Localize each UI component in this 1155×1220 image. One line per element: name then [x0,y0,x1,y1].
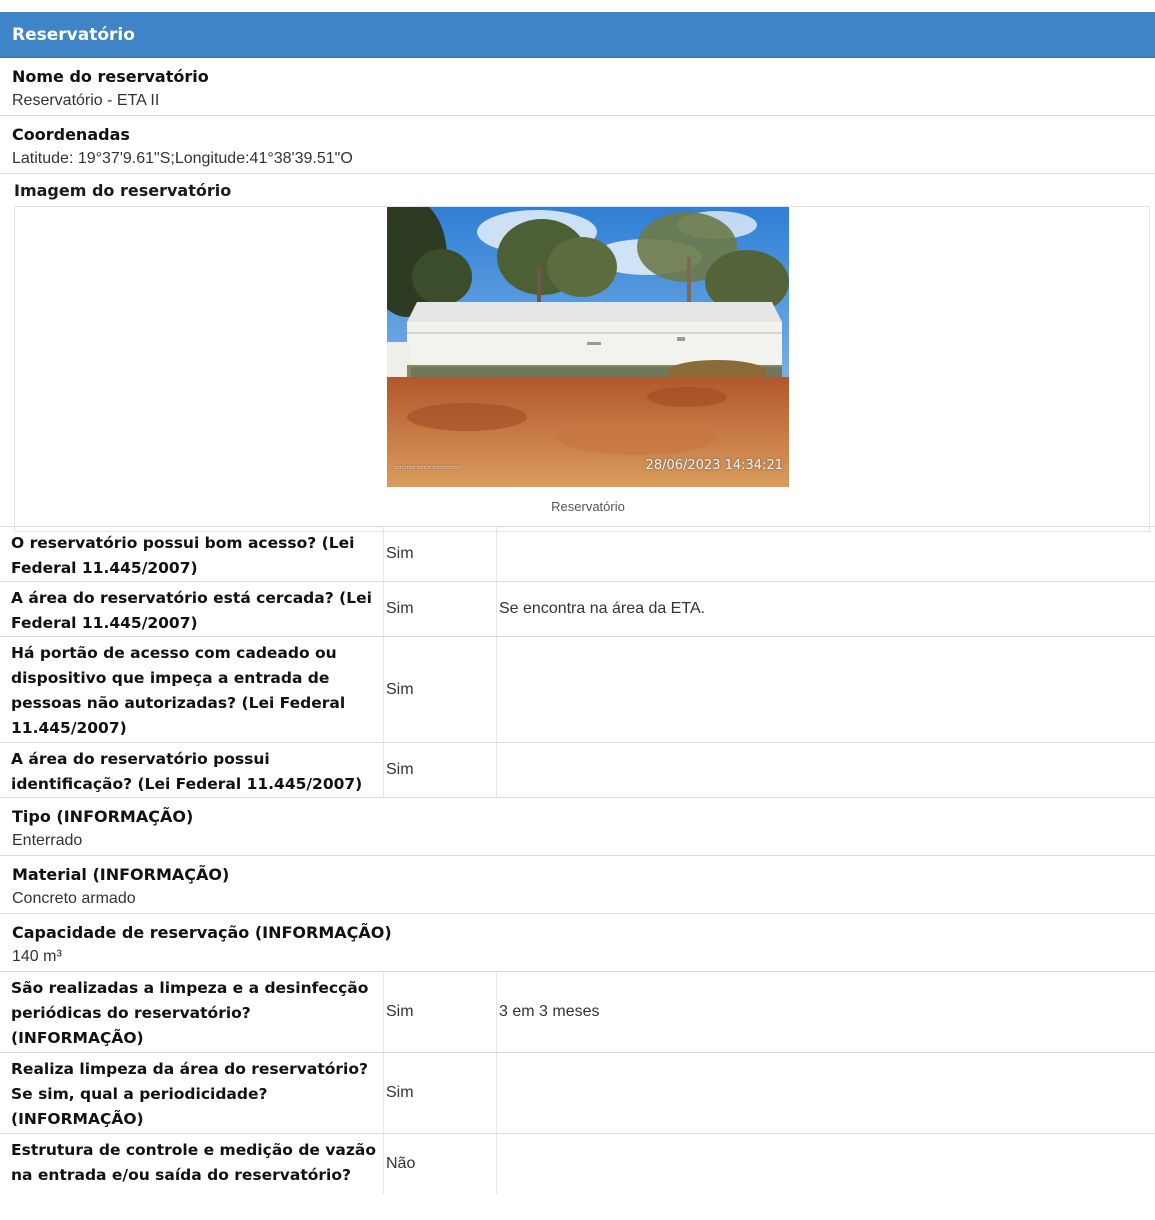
image-caption: Reservatório [551,499,625,514]
question-row: Estrutura de controle e medição de vazão… [0,1134,1155,1194]
question-row: São realizadas a limpeza e a desinfecção… [0,972,1155,1053]
field-label: Coordenadas [12,125,130,144]
answer-note [497,527,1155,581]
field-label: Nome do reservatório [12,67,209,86]
field-value: 140 m³ [12,948,62,965]
question-text: A área do reservatório possui identifica… [11,750,363,793]
field-tipo: Tipo (INFORMAÇÃO) Enterrado [0,798,1155,856]
answer-note [497,1053,1155,1133]
answer-value: Sim [383,582,497,636]
field-coordenadas: Coordenadas Latitude: 19°37'9.61"S;Longi… [0,116,1155,174]
reservatorio-form: Reservatório Nome do reservatório Reserv… [0,12,1155,1194]
answer-value: Sim [383,972,497,1052]
answer-value: Sim [383,637,497,742]
field-label: Tipo (INFORMAÇÃO) [12,807,194,826]
question-text: Estrutura de controle e medição de vazão… [11,1141,377,1184]
question-text: O reservatório possui bom acesso? (Lei F… [11,534,355,577]
answer-note: Se encontra na área da ETA. [499,600,706,617]
question-row: Há portão de acesso com cadeado ou dispo… [0,637,1155,743]
field-value: Concreto armado [12,890,136,907]
reservoir-photo[interactable]: ▭▭▭ ▭▭ ▭▭▭▭ 28/06/2023 14:34:21 [387,207,789,487]
photo-timestamp: 28/06/2023 14:34:21 [645,458,783,473]
answer-value: Sim [383,743,497,797]
answer-note: 3 em 3 meses [499,1003,600,1020]
field-value: Latitude: 19°37'9.61"S;Longitude:41°38'3… [12,150,353,167]
answer-note [497,1134,1155,1194]
answer-note [497,743,1155,797]
question-row: Realiza limpeza da área do reservatório?… [0,1053,1155,1134]
answer-value: Sim [383,1053,497,1133]
answer-value: Sim [383,527,497,581]
question-text: São realizadas a limpeza e a desinfecção… [11,979,369,1047]
field-nome: Nome do reservatório Reservatório - ETA … [0,58,1155,116]
question-text: Há portão de acesso com cadeado ou dispo… [11,644,346,737]
question-row: A área do reservatório está cercada? (Le… [0,582,1155,637]
field-value: Enterrado [12,832,83,849]
question-row: O reservatório possui bom acesso? (Lei F… [0,527,1155,582]
image-container: ▭▭▭ ▭▭ ▭▭▭▭ 28/06/2023 14:34:21 Reservat… [14,206,1150,532]
section-header: Reservatório [0,12,1155,58]
question-row: A área do reservatório possui identifica… [0,743,1155,798]
field-material: Material (INFORMAÇÃO) Concreto armado [0,856,1155,914]
field-imagem: Imagem do reservatório ▭▭▭ ▭▭ ▭▭▭▭ 28/06… [0,174,1155,532]
question-text: Realiza limpeza da área do reservatório?… [11,1060,368,1128]
field-label: Capacidade de reservação (INFORMAÇÃO) [12,923,392,942]
field-label: Imagem do reservatório [14,181,232,200]
question-text: A área do reservatório está cercada? (Le… [11,589,372,632]
field-value: Reservatório - ETA II [12,92,160,109]
field-label: Material (INFORMAÇÃO) [12,865,230,884]
answer-value: Não [383,1134,497,1194]
answer-note [497,637,1155,742]
field-capacidade: Capacidade de reservação (INFORMAÇÃO) 14… [0,914,1155,972]
photo-watermark: ▭▭▭ ▭▭ ▭▭▭▭ [395,463,459,471]
